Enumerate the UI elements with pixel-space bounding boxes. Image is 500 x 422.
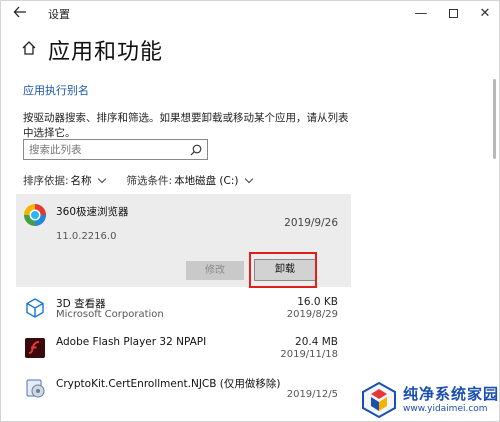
sort-filter-row: 排序依据: 名称 筛选条件: 本地磁盘 (C:) bbox=[23, 173, 274, 188]
uninstall-button[interactable]: 卸载 bbox=[254, 259, 316, 281]
close-icon: ✕ bbox=[479, 5, 491, 21]
filter-dropdown[interactable]: 筛选条件: 本地磁盘 (C:) bbox=[126, 173, 253, 188]
search-box[interactable] bbox=[23, 139, 208, 160]
app-install-date: 2019/9/26 bbox=[284, 217, 338, 229]
chevron-down-icon bbox=[244, 174, 253, 183]
search-input[interactable] bbox=[29, 142, 179, 157]
maximize-button[interactable] bbox=[437, 1, 469, 25]
modify-button[interactable]: 修改 bbox=[186, 261, 244, 280]
title-bar: 设置 — ✕ bbox=[1, 1, 499, 25]
page-title: 应用和功能 bbox=[48, 40, 164, 65]
app-size: 16.0 KB bbox=[297, 296, 338, 308]
browser-360-icon bbox=[24, 204, 46, 226]
minimize-icon: — bbox=[414, 5, 428, 21]
app-size: 20.4 MB bbox=[295, 336, 338, 348]
description-text: 按驱动器搜索、排序和筛选。如果想要卸载或移动某个应用，请从列表中选择它。 bbox=[23, 112, 349, 139]
cube-icon bbox=[26, 298, 44, 318]
back-arrow-icon bbox=[13, 6, 26, 18]
list-item[interactable]: CryptoKit.CertEnrollment.NJCB (仅用做移除) 20… bbox=[16, 371, 351, 411]
filter-value: 本地磁盘 (C:) bbox=[174, 175, 239, 187]
chevron-down-icon bbox=[97, 174, 106, 183]
app-version: 11.0.2216.0 bbox=[56, 231, 117, 242]
flash-icon bbox=[25, 338, 45, 358]
sort-dropdown[interactable]: 排序依据: 名称 bbox=[23, 173, 106, 188]
sort-value: 名称 bbox=[70, 175, 92, 187]
scrollbar[interactable] bbox=[491, 25, 497, 421]
close-button[interactable]: ✕ bbox=[469, 1, 499, 25]
app-execution-alias-link[interactable]: 应用执行别名 bbox=[23, 82, 89, 98]
settings-window: 设置 — ✕ 应用和功能 应用执行别名 按驱动器搜索、排序和筛选。如果想要卸载或… bbox=[0, 0, 500, 422]
watermark: 纯净系统家园 www.yidaimei.com bbox=[359, 377, 499, 421]
watermark-logo-icon bbox=[362, 381, 396, 419]
maximize-icon bbox=[448, 8, 458, 18]
app-install-date: 2019/11/18 bbox=[280, 349, 338, 360]
list-item[interactable]: 3D 查看器 Microsoft Corporation 16.0 KB 201… bbox=[16, 291, 351, 331]
back-button[interactable] bbox=[13, 5, 29, 21]
app-name: Adobe Flash Player 32 NPAPI bbox=[56, 336, 207, 348]
list-item[interactable]: Adobe Flash Player 32 NPAPI 20.4 MB 2019… bbox=[16, 331, 351, 371]
window-title: 设置 bbox=[48, 8, 70, 21]
app-name: 360极速浏览器 bbox=[56, 206, 129, 218]
search-icon bbox=[190, 144, 202, 156]
scrollbar-thumb[interactable] bbox=[493, 79, 496, 159]
selected-app-item[interactable]: 360极速浏览器 2019/9/26 11.0.2216.0 修改 卸载 bbox=[16, 194, 351, 287]
sort-label: 排序依据: bbox=[23, 175, 69, 187]
watermark-title: 纯净系统家园 bbox=[403, 385, 500, 403]
filter-label: 筛选条件: bbox=[126, 175, 173, 187]
app-install-date: 2019/8/29 bbox=[286, 309, 338, 320]
installer-icon bbox=[26, 379, 45, 398]
watermark-text: 纯净系统家园 www.yidaimei.com bbox=[403, 385, 499, 415]
app-name: CryptoKit.CertEnrollment.NJCB (仅用做移除) bbox=[56, 378, 281, 390]
home-icon[interactable] bbox=[21, 40, 37, 56]
minimize-button[interactable]: — bbox=[405, 1, 437, 25]
watermark-url: www.yidaimei.com bbox=[403, 404, 488, 414]
app-install-date: 2019/12/5 bbox=[286, 389, 338, 400]
app-publisher: Microsoft Corporation bbox=[56, 309, 164, 320]
